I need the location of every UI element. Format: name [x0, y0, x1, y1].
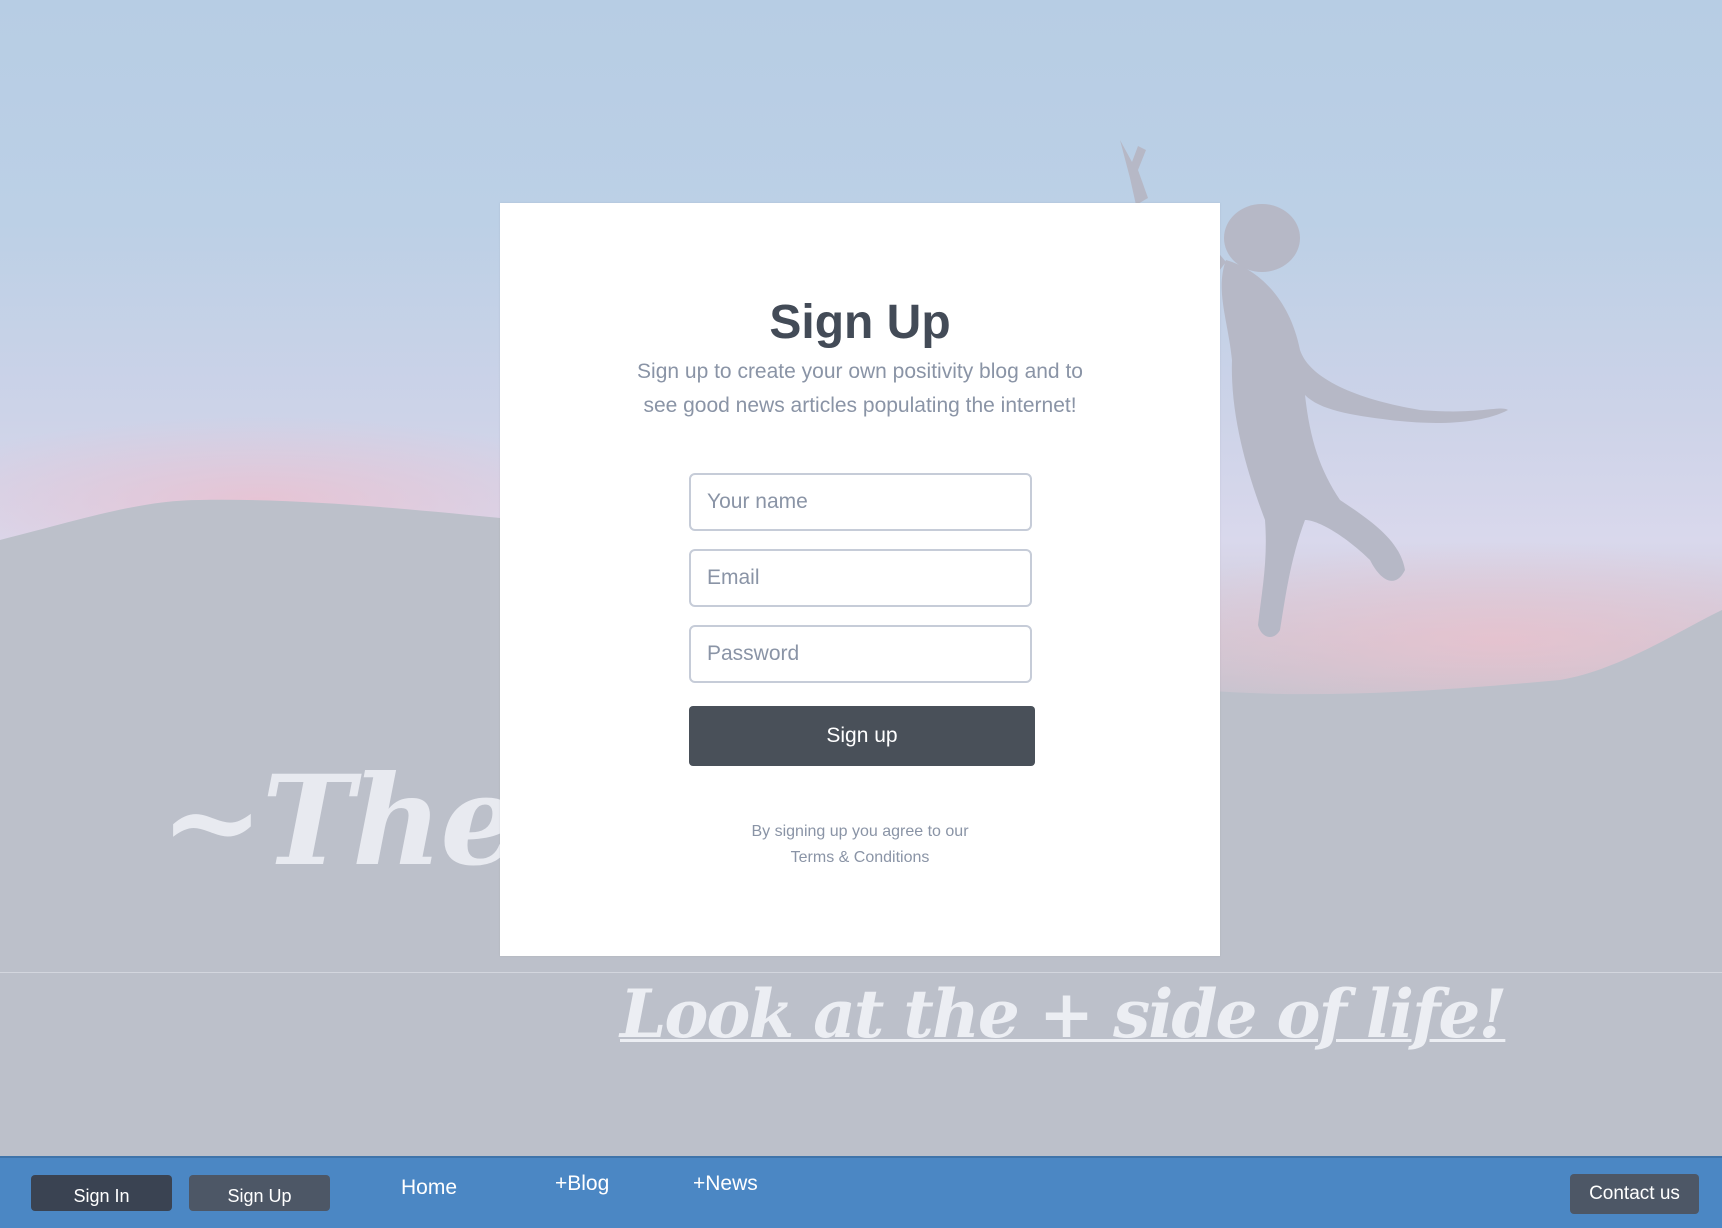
password-input[interactable]	[689, 625, 1032, 683]
terms-link[interactable]: Terms & Conditions	[660, 845, 1060, 871]
nav-link-blog[interactable]: +Blog	[555, 1172, 609, 1196]
terms-notice: By signing up you agree to our Terms & C…	[660, 819, 1060, 871]
signup-modal: Sign Up Sign up to create your own posit…	[500, 203, 1220, 956]
signup-button[interactable]: Sign Up	[189, 1175, 330, 1211]
modal-subtitle: Sign up to create your own positivity bl…	[637, 360, 1083, 417]
signup-submit-button[interactable]: Sign up	[689, 706, 1035, 766]
nav-link-home[interactable]: Home	[401, 1176, 457, 1200]
name-input[interactable]	[689, 473, 1032, 531]
contact-button[interactable]: Contact us	[1570, 1174, 1699, 1214]
signin-button[interactable]: Sign In	[31, 1175, 172, 1211]
nav-link-news[interactable]: +News	[693, 1172, 758, 1196]
email-input[interactable]	[689, 549, 1032, 607]
terms-text: By signing up you agree to our	[751, 823, 969, 840]
divider	[0, 972, 1722, 973]
modal-title: Sign Up	[769, 296, 951, 349]
tagline: Look at the + side of life!	[620, 975, 1507, 1053]
bottom-navbar: Sign In Sign Up Home +Blog +News Contact…	[0, 1156, 1722, 1228]
